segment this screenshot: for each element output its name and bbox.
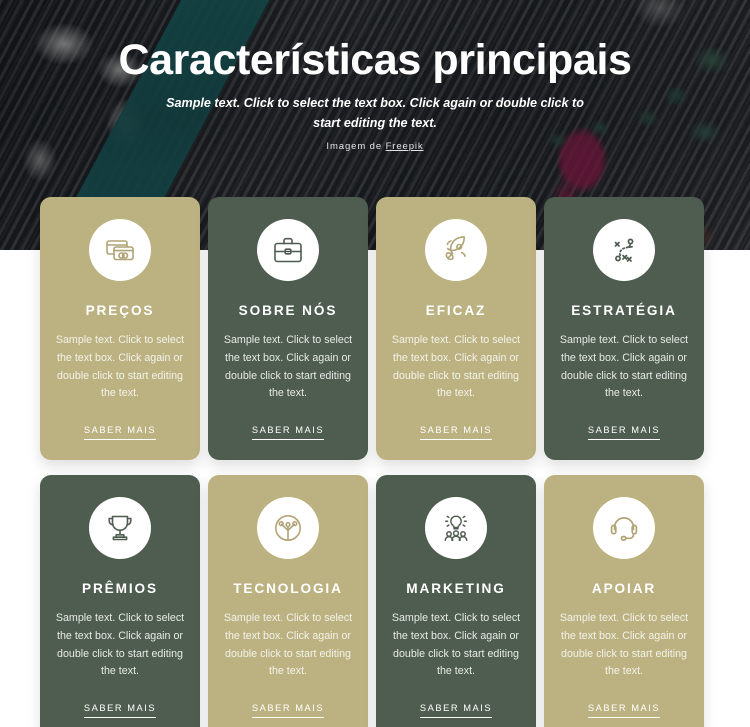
strategy-playbook-icon — [593, 219, 655, 281]
lightbulb-team-icon — [425, 496, 487, 559]
feature-card-premios[interactable]: PRÊMIOS Sample text. Click to select the… — [40, 474, 200, 727]
card-title: APOIAR — [591, 580, 657, 596]
saber-mais-link[interactable]: SABER MAIS — [587, 703, 661, 718]
image-credit-source-link[interactable]: Freepik — [386, 141, 424, 152]
hero-subtitle: Sample text. Click to select the text bo… — [166, 96, 584, 131]
image-credit-prefix: Imagem de — [326, 141, 386, 152]
features-page: Características principais Sample text. … — [0, 0, 750, 727]
card-title: EFICAZ — [425, 303, 487, 318]
card-title: SOBRE NÓS — [238, 303, 338, 318]
saber-mais-link[interactable]: SABER MAIS — [83, 425, 157, 440]
feature-card-precos[interactable]: PREÇOS Sample text. Click to select the … — [40, 197, 200, 460]
card-title: PREÇOS — [85, 303, 155, 318]
card-description: Sample text. Click to select the text bo… — [559, 334, 689, 400]
card-description: Sample text. Click to select the text bo… — [55, 612, 185, 678]
card-description: Sample text. Click to select the text bo… — [223, 612, 353, 678]
saber-mais-link[interactable]: SABER MAIS — [251, 425, 325, 440]
briefcase-icon — [257, 219, 319, 281]
feature-card-apoiar[interactable]: APOIAR Sample text. Click to select the … — [544, 474, 704, 727]
saber-mais-link[interactable]: SABER MAIS — [419, 703, 493, 718]
feature-card-grid: PREÇOS Sample text. Click to select the … — [40, 197, 712, 727]
card-title: PRÊMIOS — [82, 580, 158, 596]
trophy-icon — [89, 496, 151, 559]
saber-mais-link[interactable]: SABER MAIS — [587, 425, 661, 440]
card-title: ESTRATÉGIA — [571, 303, 677, 318]
page-title: Características principais — [118, 36, 632, 84]
feature-card-sobre-nos[interactable]: SOBRE NÓS Sample text. Click to select t… — [208, 197, 368, 460]
rocket-icon — [425, 219, 487, 281]
saber-mais-link[interactable]: SABER MAIS — [251, 703, 325, 718]
circuit-technology-icon — [257, 496, 319, 559]
headset-support-icon — [593, 496, 655, 559]
feature-card-estrategia[interactable]: ESTRATÉGIA Sample text. Click to select … — [544, 197, 704, 460]
card-title: TECNOLOGIA — [233, 580, 343, 596]
card-description: Sample text. Click to select the text bo… — [391, 334, 521, 400]
feature-card-tecnologia[interactable]: TECNOLOGIA Sample text. Click to select … — [208, 474, 368, 727]
credit-cards-icon — [89, 219, 151, 281]
card-description: Sample text. Click to select the text bo… — [223, 334, 353, 400]
card-description: Sample text. Click to select the text bo… — [559, 612, 689, 678]
saber-mais-link[interactable]: SABER MAIS — [83, 703, 157, 718]
card-title: MARKETING — [406, 580, 506, 596]
card-description: Sample text. Click to select the text bo… — [391, 612, 521, 678]
image-credit: Imagem de Freepik — [0, 141, 750, 152]
feature-card-marketing[interactable]: MARKETING Sample text. Click to select t… — [376, 474, 536, 727]
feature-card-eficaz[interactable]: EFICAZ Sample text. Click to select the … — [376, 197, 536, 460]
card-description: Sample text. Click to select the text bo… — [55, 334, 185, 400]
saber-mais-link[interactable]: SABER MAIS — [419, 425, 493, 440]
